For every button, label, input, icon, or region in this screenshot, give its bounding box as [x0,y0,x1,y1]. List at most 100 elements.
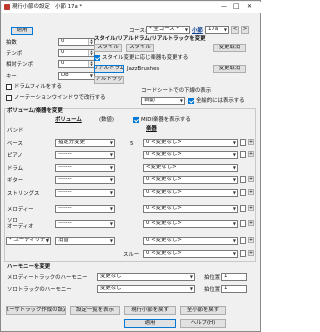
apply-button[interactable]: 適用 [124,319,176,328]
melody-volume-select[interactable]: ------- ▼ [55,205,115,213]
utility-track-select[interactable]: * ユーティリティ ▼ [6,237,51,245]
strings-instrument-select[interactable]: 0 <変更なし> ▼ [143,189,238,197]
solo-harmony-value: 変更なし [100,285,122,292]
piano-volume-select[interactable]: ------- ▼ [55,151,115,159]
melody-plus-button[interactable]: + [248,205,254,211]
style-instrument-checkbox[interactable] [94,55,100,61]
guitar-instrument-value: 0 <変更なし> [146,176,182,183]
chevron-down-icon: ▼ [109,221,113,226]
piano-plus-button[interactable]: + [248,151,254,157]
drum-fill-label: ドラムフィルをする [14,84,62,90]
utility-instrument-value: 0 <変更なし> [146,237,182,244]
settings-list-button[interactable]: 設定一覧を表示 [70,306,120,315]
drum-fill-checkbox[interactable] [6,84,12,90]
realdrums-change-cancel-button[interactable]: 変更取消 [213,65,246,73]
tempo-field[interactable]: 0 ▲ ▼ [58,49,95,57]
through-option-box[interactable] [240,250,246,257]
chevron-down-icon: ▼ [179,98,183,103]
utility-volume-select[interactable]: 消音 ▼ [55,237,115,245]
piano-option-box[interactable] [240,151,246,158]
chevron-down-icon: ▼ [232,165,236,170]
midi-show-checkbox[interactable] [133,117,139,123]
key-select[interactable]: Db ▼ [58,72,95,80]
solo-volume-select[interactable]: ------- ▼ [55,220,115,228]
user-track-settings-button[interactable]: ユーザトラック作成の設定 [6,306,66,315]
notation-break-label: ノーテーションウインドウで改行する [14,95,106,101]
key-label: キー [6,74,17,80]
piano-instrument-select[interactable]: 0 <変更なし> ▼ [143,151,238,159]
realdrums-button[interactable]: リアルドラム [94,65,124,73]
prev-measure-button[interactable]: < [231,26,239,34]
guitar-volume-select[interactable]: ------- ▼ [55,176,115,184]
next-measure-button[interactable]: > [241,26,249,34]
utility-option-box[interactable] [240,237,246,244]
help-button[interactable]: ヘルプ(H) [180,319,226,328]
utility-plus-button[interactable]: + [248,237,254,243]
melody-instrument-select[interactable]: 0 <変更なし> ▼ [143,205,238,213]
solo-beat-field[interactable]: 1 [221,285,247,293]
course-value: * 全コース * [149,26,180,33]
realtracks-button[interactable]: リアルトラック [94,76,124,84]
course-select[interactable]: * 全コース * ▼ [146,26,190,34]
drums-instrument-select[interactable]: <変更なし> ▼ [143,164,238,172]
utility-instrument-select[interactable]: 0 <変更なし> ▼ [143,237,238,245]
bass-volume-select[interactable]: 指定分変更 ▼ [55,139,115,147]
strings-plus-button[interactable]: + [248,189,254,195]
chevron-down-icon: ▼ [109,140,113,145]
relative-tempo-field[interactable]: 0 ▲ ▼ [58,60,95,68]
guitar-option-box[interactable] [240,176,246,183]
solo-option-box[interactable] [240,220,246,227]
row-label-strings: ストリングス [7,191,40,197]
notation-break-checkbox[interactable] [6,95,12,101]
app-icon [4,4,10,10]
relative-tempo-label: 相対テンポ [6,62,33,68]
instruments-heading: ボリューム/楽器を変更 [7,108,63,115]
through-instrument-value: 0 <変更なし> [146,250,182,257]
piano-volume-value: ------- [58,151,72,158]
melody-beat-field[interactable]: 1 [221,273,247,281]
row-label-bass: ベース [7,141,23,147]
style-change-cancel-button[interactable]: 変更取消 [213,44,246,52]
solo-plus-button[interactable]: + [248,220,254,226]
chevron-down-icon: ▼ [45,238,49,243]
close-button[interactable]: ✕ [247,4,252,10]
strings-option-box[interactable] [240,189,246,196]
solo-instrument-select[interactable]: 0 <変更なし> ▼ [143,220,238,228]
apply-top-button[interactable]: 適用 [11,27,33,35]
style-alt-button[interactable]: スタイル [126,44,154,52]
show-all-label: 全絵的には表示する [196,98,245,104]
bass-option-box[interactable] [240,139,246,146]
maximize-button[interactable]: □ [233,3,240,10]
tempo-label: テンポ [6,51,23,57]
utility-volume-value: 消音 [58,237,69,244]
bass-volume-number: 5 [130,141,134,147]
revert-all-measures-button[interactable]: 全小節を戻す [180,306,226,315]
minimize-button[interactable]: — [221,4,227,10]
utility-track-value: * ユーティリティ [9,237,51,244]
realdrums-value: JazzBrushes [127,66,160,72]
solo-harmony-select[interactable]: 変更なし ▼ [97,285,195,293]
underline-display-select[interactable]: 自動 ▼ [141,97,185,105]
through-label: スルー [123,252,140,258]
strings-volume-select[interactable]: ------- ▼ [55,189,115,197]
beats-field[interactable]: 0 ▲ ▼ [58,38,95,46]
chevron-down-icon: ▼ [109,238,113,243]
solo-harmony-label: ソロトラックのハーモニー [7,287,72,293]
underline-display-value: 自動 [144,97,155,104]
title-bar: 現行小節の設定 小節 17a * — □ ✕ [2,2,261,13]
bass-plus-button[interactable]: + [248,139,254,145]
melody-option-box[interactable] [240,205,246,212]
through-instrument-select[interactable]: 0 <変更なし> ▼ [143,250,238,258]
bass-instrument-select[interactable]: 0 <変更なし> ▼ [143,139,238,147]
measure-select[interactable]: 17a ▼ [205,26,229,34]
melody-harmony-select[interactable]: 変更なし ▼ [97,273,195,281]
revert-current-measure-button[interactable]: 現行小節を戻す [124,306,176,315]
through-plus-button[interactable]: + [248,250,254,256]
chevron-down-icon: ▼ [109,165,113,170]
guitar-instrument-select[interactable]: 0 <変更なし> ▼ [143,176,238,184]
row-label-band: バンド [7,128,24,134]
style-button[interactable]: スタイル [94,44,122,52]
show-all-checkbox[interactable] [188,98,194,104]
guitar-plus-button[interactable]: + [248,176,254,182]
drums-volume-select[interactable]: ------- ▼ [55,164,115,172]
